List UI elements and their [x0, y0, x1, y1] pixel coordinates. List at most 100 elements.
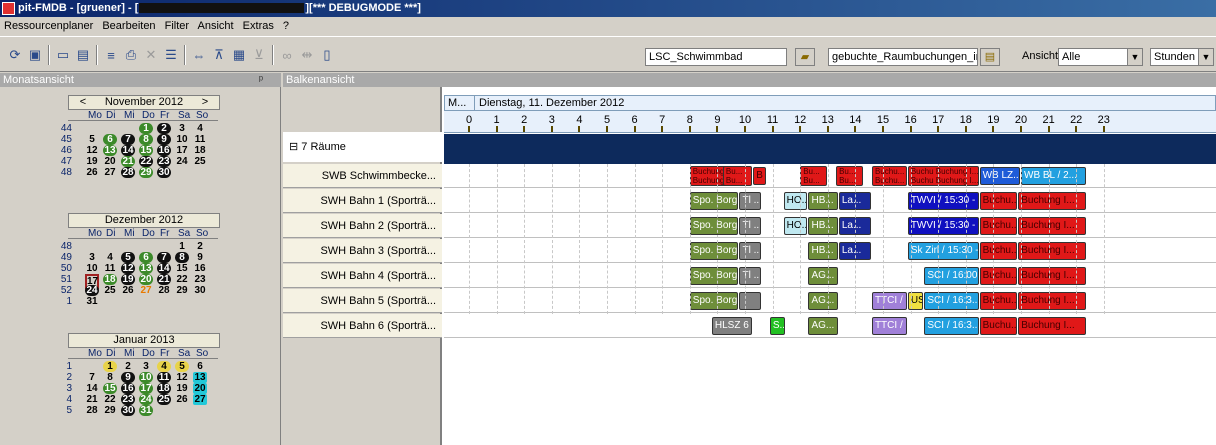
prev-month-button[interactable]: < — [77, 96, 89, 109]
calendar-day[interactable]: 11 — [103, 263, 117, 274]
booking-bar[interactable]: Buchu... — [979, 317, 1018, 335]
calendar-day[interactable]: 3 — [175, 123, 189, 134]
save-icon[interactable]: ▣ — [26, 46, 44, 64]
calendar-day[interactable]: 1 — [103, 361, 117, 372]
filter-off-icon[interactable]: ⊻ — [250, 46, 268, 64]
delete-icon[interactable]: ✕ — [142, 46, 160, 64]
calendar-day[interactable]: 30 — [121, 405, 135, 416]
booking-bar[interactable]: Bu... Bu... — [722, 166, 753, 186]
calendar-day[interactable]: 6 — [139, 252, 153, 263]
booking-bar[interactable]: Buchu... — [979, 242, 1018, 260]
calendar-day[interactable]: 5 — [175, 361, 189, 372]
booking-bar[interactable]: AG... — [808, 317, 838, 335]
booking-bar[interactable]: Sk Zirl / 15:30 -... — [907, 242, 979, 260]
calendar-day[interactable]: 25 — [103, 285, 117, 296]
booking-bar[interactable]: HB... — [808, 217, 838, 235]
resource-row[interactable]: SWH Bahn 2 (Sporträ... — [283, 214, 442, 238]
sort-icon[interactable]: ≡ — [102, 46, 120, 64]
booking-bar[interactable]: Buchu... — [979, 217, 1018, 235]
calendar-day[interactable]: 26 — [121, 285, 135, 296]
refresh-icon[interactable]: ⟳ — [6, 46, 24, 64]
calendar-day[interactable]: 20 — [103, 156, 117, 167]
calendar-day[interactable]: 18 — [157, 383, 171, 394]
calendar-day[interactable]: 9 — [121, 372, 135, 383]
booking-bar[interactable]: TWVI / 15:30 - 1... — [907, 192, 979, 210]
filter-icon[interactable]: ⊼ — [210, 46, 228, 64]
booking-bar[interactable]: SCI / 16:3... — [924, 317, 979, 335]
calendar-day[interactable]: 3 — [85, 252, 99, 263]
calendar-day[interactable]: 6 — [193, 361, 207, 372]
calendar-day[interactable]: 10 — [85, 263, 99, 274]
resource-row[interactable]: SWH Bahn 5 (Sporträ... — [283, 289, 442, 313]
link-icon[interactable]: ∞ — [278, 46, 296, 64]
calendar-day[interactable]: 2 — [193, 241, 207, 252]
booking-bar[interactable]: Buchung I... — [1018, 317, 1087, 335]
calendar-day[interactable]: 20 — [193, 383, 207, 394]
booking-bar[interactable]: Buchu... — [979, 267, 1018, 285]
calendar-day[interactable]: 22 — [139, 156, 153, 167]
calendar-day[interactable]: 29 — [175, 285, 189, 296]
calendar-day[interactable]: 4 — [157, 361, 171, 372]
calendar-day[interactable]: 19 — [85, 156, 99, 167]
calendar-day[interactable]: 13 — [103, 145, 117, 156]
calendar-day[interactable]: 7 — [85, 372, 99, 383]
booking-bar[interactable]: WB LZ... — [979, 167, 1020, 185]
calendar-day[interactable]: 21 — [85, 394, 99, 405]
calendar-day[interactable]: 20 — [139, 274, 153, 285]
calendar-day[interactable]: 23 — [193, 274, 207, 285]
calendar-day[interactable]: 3 — [139, 361, 153, 372]
calendar-day[interactable]: 7 — [157, 252, 171, 263]
move-icon[interactable]: ⇔ — [190, 46, 208, 64]
calendar-day[interactable]: 16 — [193, 263, 207, 274]
booking-bar[interactable]: Spo. Borg... — [689, 217, 739, 235]
group-row[interactable]: ⊟ 7 Räume — [283, 132, 442, 162]
export-icon[interactable]: ▯ — [318, 46, 336, 64]
folder-icon[interactable]: ▰ — [795, 48, 815, 66]
menu-extras[interactable]: Extras — [243, 20, 274, 32]
booking-bar[interactable]: AG... — [808, 267, 838, 285]
booking-bar[interactable]: Spo. Borg... — [689, 292, 739, 310]
calendar-day[interactable]: 23 — [121, 394, 135, 405]
booking-bar[interactable]: Tl ... — [739, 242, 761, 260]
booking-bar[interactable]: Bu... Bu... — [800, 166, 827, 186]
menu-bearbeiten[interactable]: Bearbeiten — [102, 20, 155, 32]
calendar-day[interactable]: 30 — [157, 167, 171, 178]
calendar-day[interactable]: 17 — [139, 383, 153, 394]
unit-select[interactable]: Stunden ▼ — [1150, 48, 1214, 66]
calendar-day[interactable]: 8 — [139, 134, 153, 145]
calendar-day[interactable]: 7 — [121, 134, 135, 145]
calendar-day[interactable]: 22 — [103, 394, 117, 405]
calendar-day[interactable]: 24 — [139, 394, 153, 405]
calendar-day[interactable]: 9 — [157, 134, 171, 145]
calendar-day[interactable]: 15 — [139, 145, 153, 156]
calendar-day[interactable]: 19 — [175, 383, 189, 394]
calendar-day[interactable]: 4 — [103, 252, 117, 263]
booking-bar[interactable]: Tl ... — [739, 192, 761, 210]
booking-bar[interactable]: S... — [769, 317, 786, 335]
resource-row[interactable]: SWB Schwimmbecke... — [283, 164, 442, 188]
booking-bar[interactable]: Spo. Borg... — [689, 267, 739, 285]
booking-bar[interactable]: TTCI / ... — [871, 317, 907, 335]
calendar-day[interactable]: 17 — [175, 145, 189, 156]
calendar-day[interactable]: 18 — [193, 145, 207, 156]
calendar-day[interactable]: 9 — [193, 252, 207, 263]
calendar-day[interactable]: 23 — [157, 156, 171, 167]
calendar-day[interactable]: 16 — [157, 145, 171, 156]
resource-row[interactable]: SWH Bahn 1 (Sporträ... — [283, 189, 442, 213]
calendar-day[interactable]: 12 — [121, 263, 135, 274]
calendar-day[interactable]: 12 — [85, 145, 99, 156]
booking-filter-button[interactable]: ▤ — [980, 48, 1000, 66]
calendar-day[interactable]: 14 — [157, 263, 171, 274]
calendar-day[interactable]: 27 — [103, 167, 117, 178]
booking-bar[interactable]: SCI / 16:00 -... — [924, 267, 979, 285]
booking-bar[interactable] — [739, 292, 761, 310]
calendar-day[interactable]: 12 — [175, 372, 189, 383]
calendar-day[interactable]: 28 — [121, 167, 135, 178]
unlink-icon[interactable]: ⇹ — [298, 46, 316, 64]
calendar-day[interactable]: 10 — [139, 372, 153, 383]
booking-bar[interactable]: TTCI / ... — [871, 292, 907, 310]
calendar-day[interactable]: 4 — [193, 123, 207, 134]
calendar-day[interactable]: 31 — [139, 405, 153, 416]
calendar-day[interactable]: 2 — [157, 123, 171, 134]
calendar-day[interactable]: 14 — [121, 145, 135, 156]
